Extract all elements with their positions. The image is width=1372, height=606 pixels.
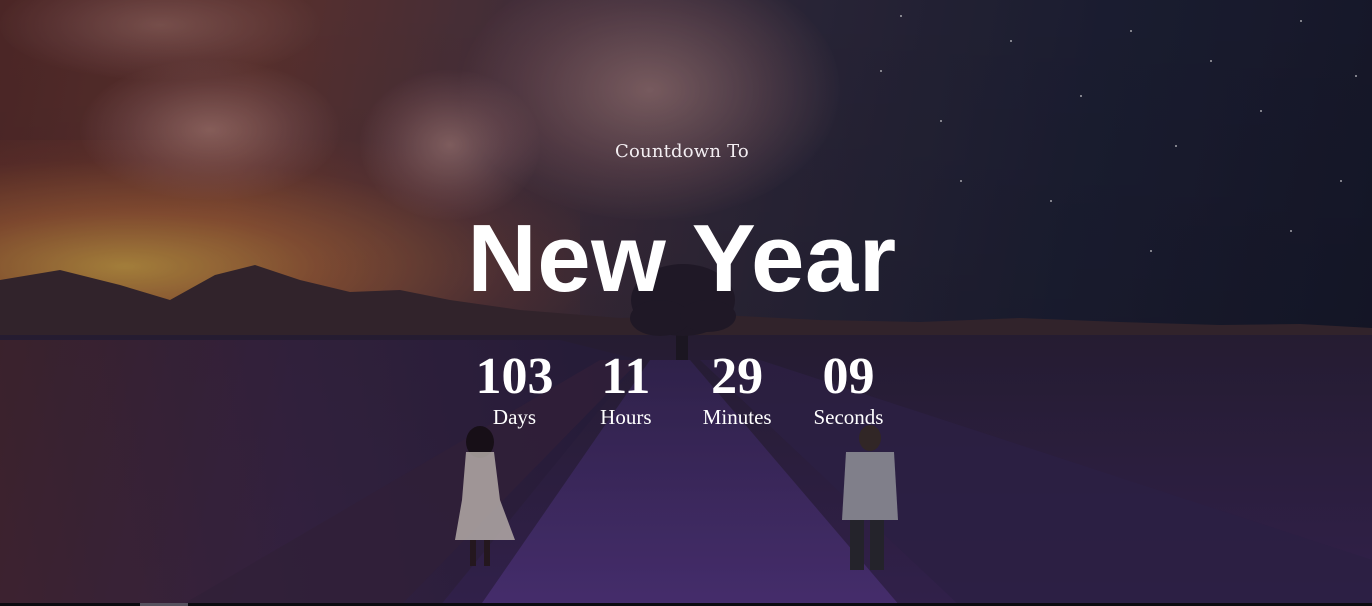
countdown-timer: 103 Days 11 Hours 29 Minutes 09 Seconds [459, 348, 904, 430]
background-scene: Countdown To New Year 103 Days 11 Hours … [0, 0, 1372, 606]
seconds-label: Seconds [813, 405, 884, 429]
days-label: Days [492, 405, 537, 429]
hero-content: Countdown To New Year 103 Days 11 Hours … [0, 0, 1372, 606]
countdown-minutes: 29 Minutes [682, 348, 793, 430]
countdown-hours: 11 Hours [570, 348, 681, 430]
countdown-days: 103 Days [459, 348, 570, 430]
days-value: 103 [475, 348, 554, 405]
countdown-seconds: 09 Seconds [793, 348, 904, 430]
countdown-pretitle: Countdown To [615, 141, 749, 162]
event-title: New Year [467, 205, 897, 312]
hours-value: 11 [601, 348, 651, 405]
hours-label: Hours [600, 405, 652, 429]
seconds-value: 09 [822, 348, 875, 405]
minutes-value: 29 [711, 348, 764, 405]
minutes-label: Minutes [702, 405, 772, 429]
